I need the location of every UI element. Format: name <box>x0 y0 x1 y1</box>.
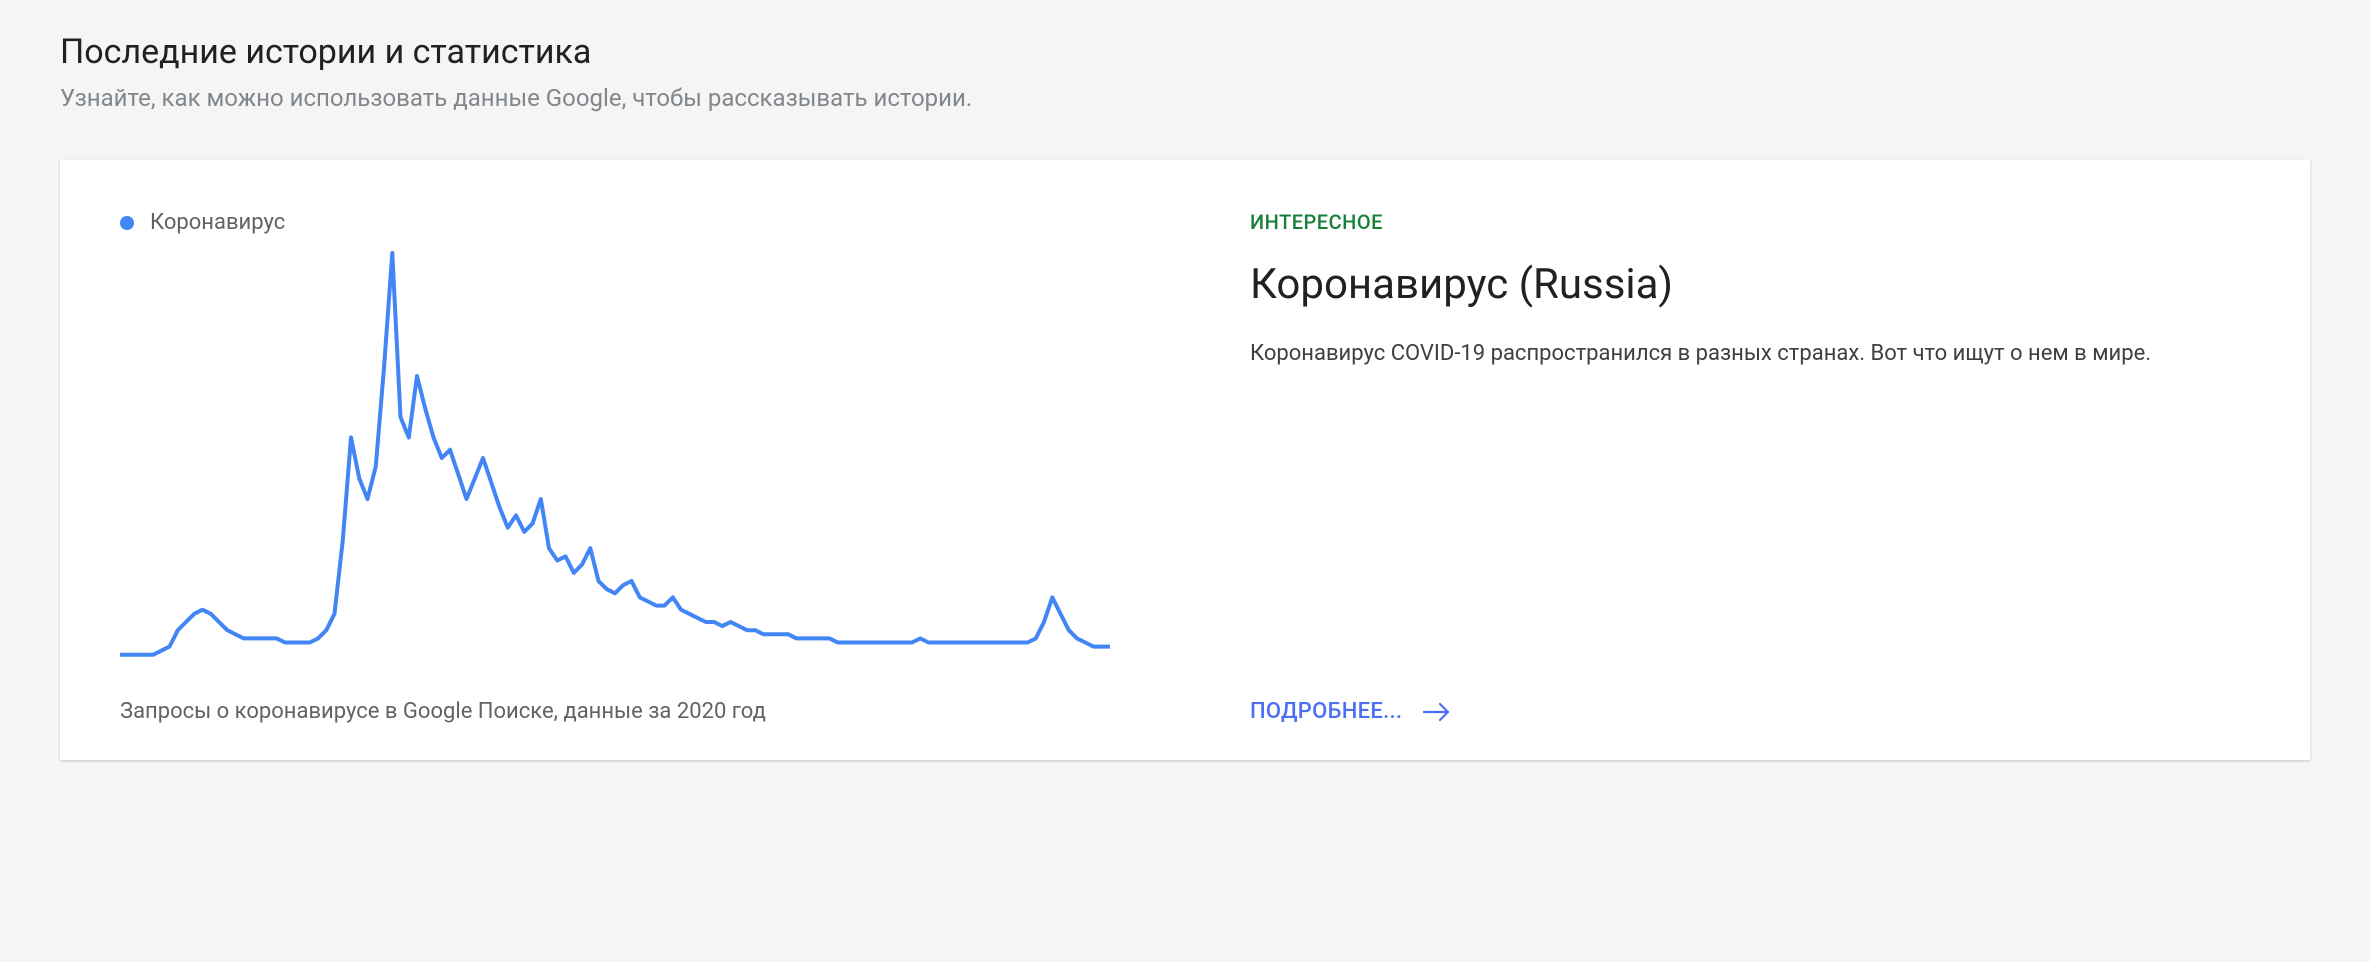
more-link[interactable]: ПОДРОБНЕЕ... <box>1250 699 1402 724</box>
story-title: Коронавирус (Russia) <box>1250 260 2250 309</box>
story-eyebrow: ИНТЕРЕСНОЕ <box>1250 210 2250 234</box>
card-text-area: ИНТЕРЕСНОЕ Коронавирус (Russia) Коронави… <box>1110 210 2250 724</box>
trend-chart <box>120 243 1110 673</box>
chart-caption: Запросы о коронавирусе в Google Поиске, … <box>120 699 1110 724</box>
chart-legend: Коронавирус <box>120 210 1110 235</box>
section-title: Последние истории и статистика <box>60 32 2310 72</box>
legend-dot-icon <box>120 216 134 230</box>
story-card: Коронавирус Запросы о коронавирусе в Goo… <box>60 160 2310 760</box>
arrow-right-icon[interactable] <box>1422 700 1452 724</box>
section-subtitle: Узнайте, как можно использовать данные G… <box>60 84 2310 112</box>
card-chart-area: Коронавирус Запросы о коронавирусе в Goo… <box>120 210 1110 724</box>
legend-label: Коронавирус <box>150 210 285 235</box>
story-description: Коронавирус COVID-19 распространился в р… <box>1250 337 2230 371</box>
